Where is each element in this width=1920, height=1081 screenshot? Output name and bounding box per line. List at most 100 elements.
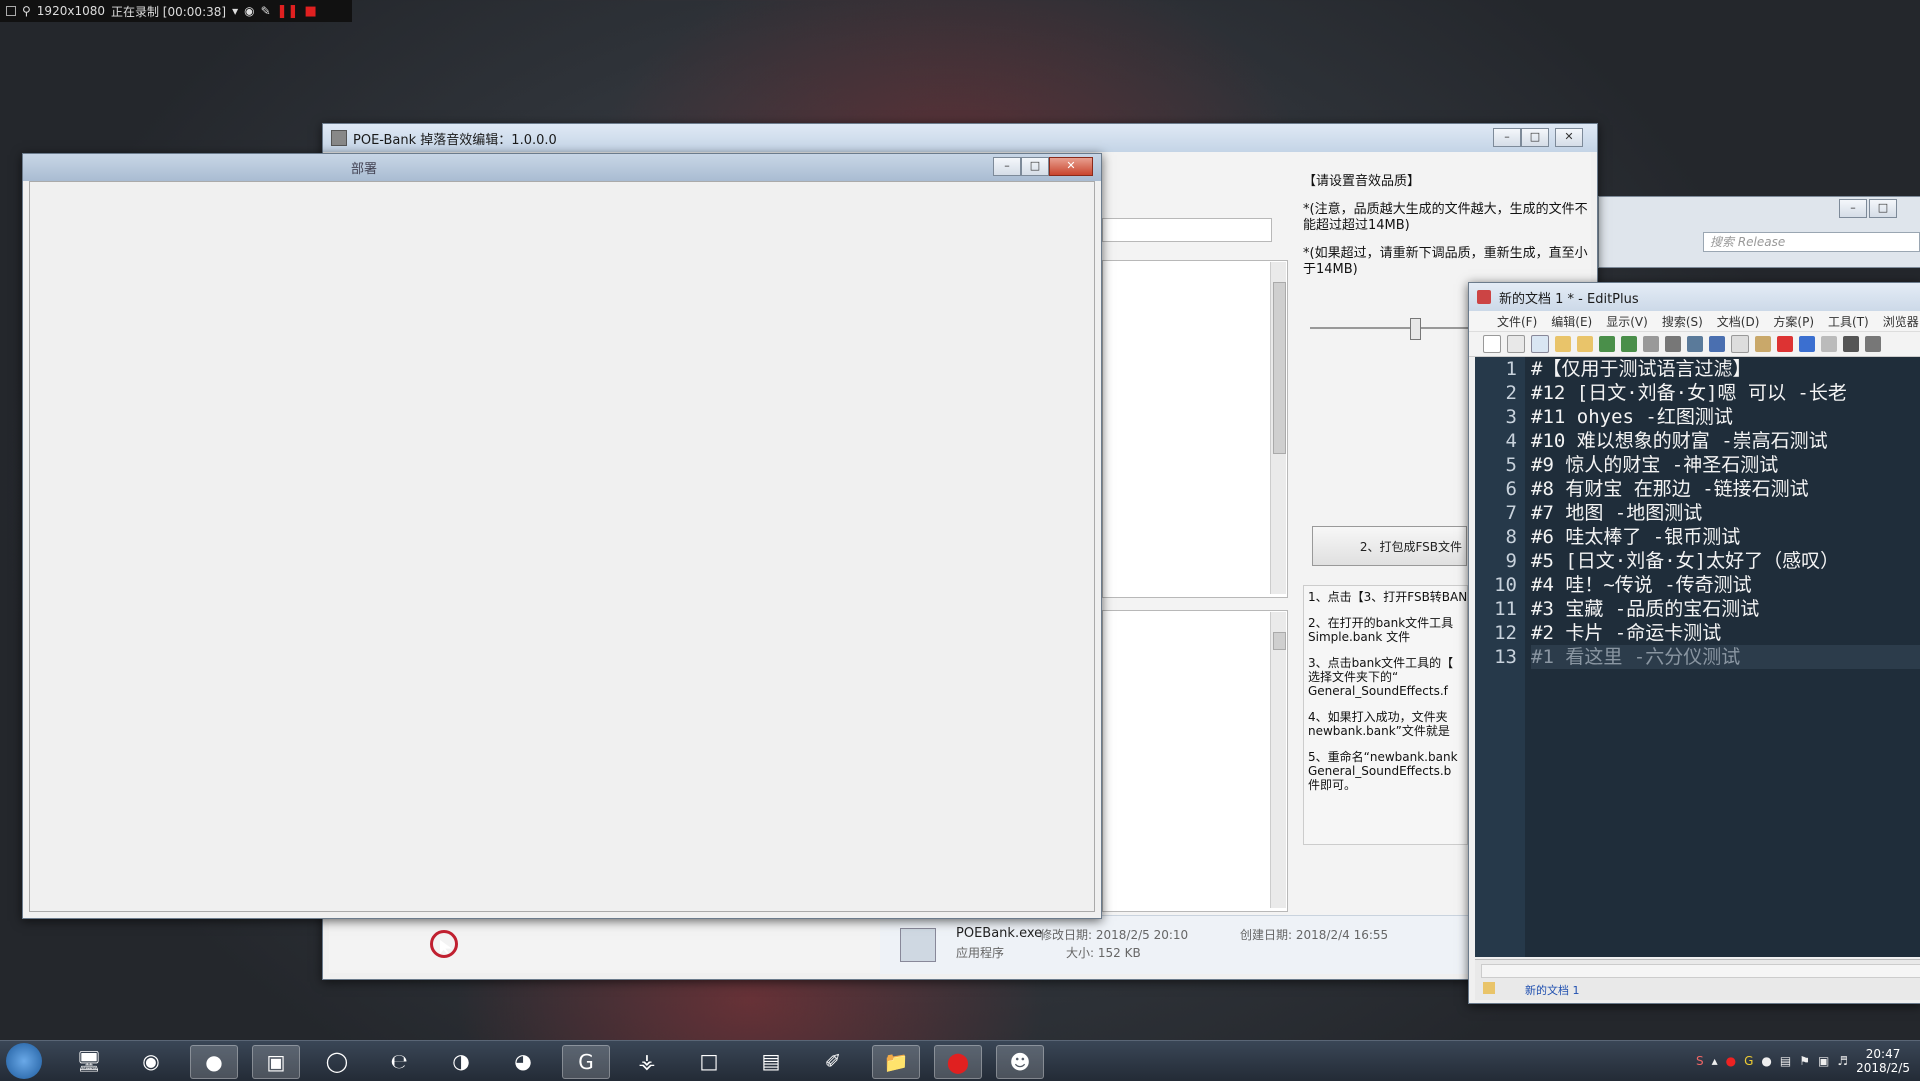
menu-file[interactable]: 文件(F) [1497, 313, 1537, 330]
poe-titlebar[interactable]: POE-Bank 掉落音效编辑：1.0.0.0 [323, 124, 1597, 152]
cut-icon[interactable] [1709, 336, 1725, 352]
minimize-button[interactable]: – [993, 157, 1021, 176]
maximize-button[interactable]: □ [1869, 199, 1897, 218]
wechat-icon[interactable]: ◯ [314, 1045, 360, 1077]
replace-icon[interactable] [1865, 336, 1881, 352]
window-app-icon[interactable]: ▤ [748, 1045, 794, 1077]
menu-edit[interactable]: 编辑(E) [1551, 313, 1592, 330]
globe-icon[interactable]: ◑ [438, 1045, 484, 1077]
camera-icon[interactable]: ◉ [244, 4, 254, 18]
menu-browser[interactable]: 浏览器 [1883, 313, 1919, 330]
save-all-icon[interactable] [1621, 336, 1637, 352]
record-icon[interactable]: ⬤ [934, 1045, 982, 1079]
code-editor[interactable]: 1 2 3 4 5 6 7 8 9 10 11 12 13 #【仅用于测试语言过… [1475, 357, 1920, 957]
quality-slider-thumb[interactable] [1410, 318, 1421, 340]
print-icon[interactable] [1665, 336, 1681, 352]
code-line[interactable]: #2 卡片 -命运卡测试 [1531, 621, 1920, 645]
scrollbar-thumb[interactable] [1273, 632, 1286, 650]
find-icon[interactable] [1843, 336, 1859, 352]
folder-icon[interactable]: 📁 [872, 1045, 920, 1079]
paint-icon[interactable]: ▣ [252, 1045, 300, 1079]
tray-arrow-icon[interactable]: ▴ [1712, 1054, 1718, 1068]
scrollbar[interactable] [1270, 262, 1286, 594]
code-line[interactable]: #【仅用于测试语言过滤】 [1531, 357, 1920, 381]
screen-icon[interactable]: □ [686, 1045, 732, 1077]
blank-titlebar[interactable]: 部署 [23, 154, 1101, 181]
menu-tools[interactable]: 工具(T) [1828, 313, 1869, 330]
open-folder-icon[interactable] [1555, 336, 1571, 352]
browser-icon[interactable] [1531, 335, 1549, 353]
horizontal-scrollbar[interactable] [1481, 964, 1920, 978]
tray-qq-icon[interactable]: ● [1761, 1054, 1771, 1068]
code-line[interactable]: #8 有财宝 在那边 -链接石测试 [1531, 477, 1920, 501]
new-doc-icon[interactable] [1507, 335, 1525, 353]
folder-icon[interactable] [1483, 982, 1495, 994]
menu-search[interactable]: 搜索(S) [1662, 313, 1703, 330]
tray-volume-icon[interactable]: ♬ [1837, 1054, 1848, 1068]
pack-fsb-button[interactable]: 2、打包成FSB文件 [1312, 526, 1467, 566]
code-line[interactable]: #7 地图 -地图测试 [1531, 501, 1920, 525]
code-line[interactable]: #6 哇太棒了 -银币测试 [1531, 525, 1920, 549]
code-line[interactable]: #9 惊人的财宝 -神圣石测试 [1531, 453, 1920, 477]
menu-view[interactable]: 显示(V) [1606, 313, 1648, 330]
menu-project[interactable]: 方案(P) [1773, 313, 1814, 330]
code-line[interactable]: #5 [日文·刘备·女]太好了（感叹） [1531, 549, 1920, 573]
undo-icon[interactable] [1799, 336, 1815, 352]
copy-icon[interactable] [1731, 335, 1749, 353]
code-line[interactable]: #3 宝藏 -品质的宝石测试 [1531, 597, 1920, 621]
close-button[interactable]: ✕ [1555, 128, 1583, 147]
tray-s-icon[interactable]: S [1696, 1054, 1704, 1068]
editplus-titlebar[interactable]: 新的文档 1 * - EditPlus [1469, 283, 1920, 311]
browser-icon[interactable]: ◕ [500, 1045, 546, 1077]
chrome-icon[interactable]: ◉ [128, 1045, 174, 1077]
tray-g-icon[interactable]: G [1744, 1054, 1753, 1068]
spellcheck-icon[interactable] [1687, 336, 1703, 352]
maximize-button[interactable]: □ [1021, 157, 1049, 176]
tray-network-icon[interactable]: ▤ [1780, 1054, 1791, 1068]
document-tab[interactable]: 新的文档 1 [1525, 982, 1580, 998]
scrollbar[interactable] [1270, 612, 1286, 908]
search-input[interactable]: 搜索 Release [1703, 232, 1920, 252]
menu-document[interactable]: 文档(D) [1717, 313, 1760, 330]
bear-app-icon[interactable]: ☻ [996, 1045, 1044, 1079]
code-line[interactable]: #10 难以想象的财富 -崇高石测试 [1531, 429, 1920, 453]
tray-security-icon[interactable]: ▣ [1818, 1054, 1829, 1068]
code-line-current[interactable]: #1 看这里 -六分仪测试 [1531, 645, 1920, 669]
quality-slider-track[interactable] [1310, 327, 1470, 329]
close-button[interactable]: ✕ [1049, 157, 1093, 176]
code-text[interactable]: #【仅用于测试语言过滤】 #12 [日文·刘备·女]嗯 可以 -长老 #11 o… [1525, 357, 1920, 957]
code-line[interactable]: #11 ohyes -红图测试 [1531, 405, 1920, 429]
minimize-button[interactable]: – [1839, 199, 1867, 218]
start-button[interactable] [6, 1043, 42, 1079]
code-line[interactable]: #12 [日文·刘备·女]嗯 可以 -长老 [1531, 381, 1920, 405]
paste-icon[interactable] [1755, 336, 1771, 352]
redo-icon[interactable] [1821, 336, 1837, 352]
pen-icon[interactable]: ✎ [261, 4, 271, 18]
open-file-icon[interactable] [1577, 336, 1593, 352]
qq-icon[interactable]: ● [190, 1045, 238, 1079]
path-field[interactable] [1102, 218, 1272, 242]
save-icon[interactable] [1599, 336, 1615, 352]
code-line[interactable]: #4 哇！~传说 -传奇测试 [1531, 573, 1920, 597]
print-preview-icon[interactable] [1643, 336, 1659, 352]
scrollbar-thumb[interactable] [1273, 282, 1286, 454]
g-app-icon[interactable]: G [562, 1045, 610, 1079]
tray-record-icon[interactable]: ● [1726, 1054, 1736, 1068]
chevron-down-icon[interactable]: ▾ [232, 4, 238, 18]
tray-flag-icon[interactable]: ⚑ [1799, 1054, 1810, 1068]
computer-icon[interactable]: 🖥 [66, 1045, 112, 1077]
stop-icon[interactable]: ■ [304, 4, 316, 19]
clock[interactable]: 20:47 2018/2/5 [1856, 1047, 1910, 1075]
bottle-icon[interactable]: ⚶ [624, 1045, 670, 1077]
file-list-panel[interactable] [1102, 260, 1288, 598]
log-panel[interactable] [1102, 610, 1288, 912]
pause-icon[interactable]: ❚❚ [277, 4, 299, 19]
maximize-button[interactable]: □ [1521, 128, 1549, 147]
feather-icon[interactable]: ✐ [810, 1045, 856, 1077]
magnifier-icon[interactable]: ⚲ [22, 4, 31, 18]
window-icon[interactable] [6, 6, 16, 16]
new-file-icon[interactable] [1483, 335, 1501, 353]
delete-icon[interactable] [1777, 336, 1793, 352]
minimize-button[interactable]: – [1493, 128, 1521, 147]
ie-icon[interactable]: ℮ [376, 1045, 422, 1077]
